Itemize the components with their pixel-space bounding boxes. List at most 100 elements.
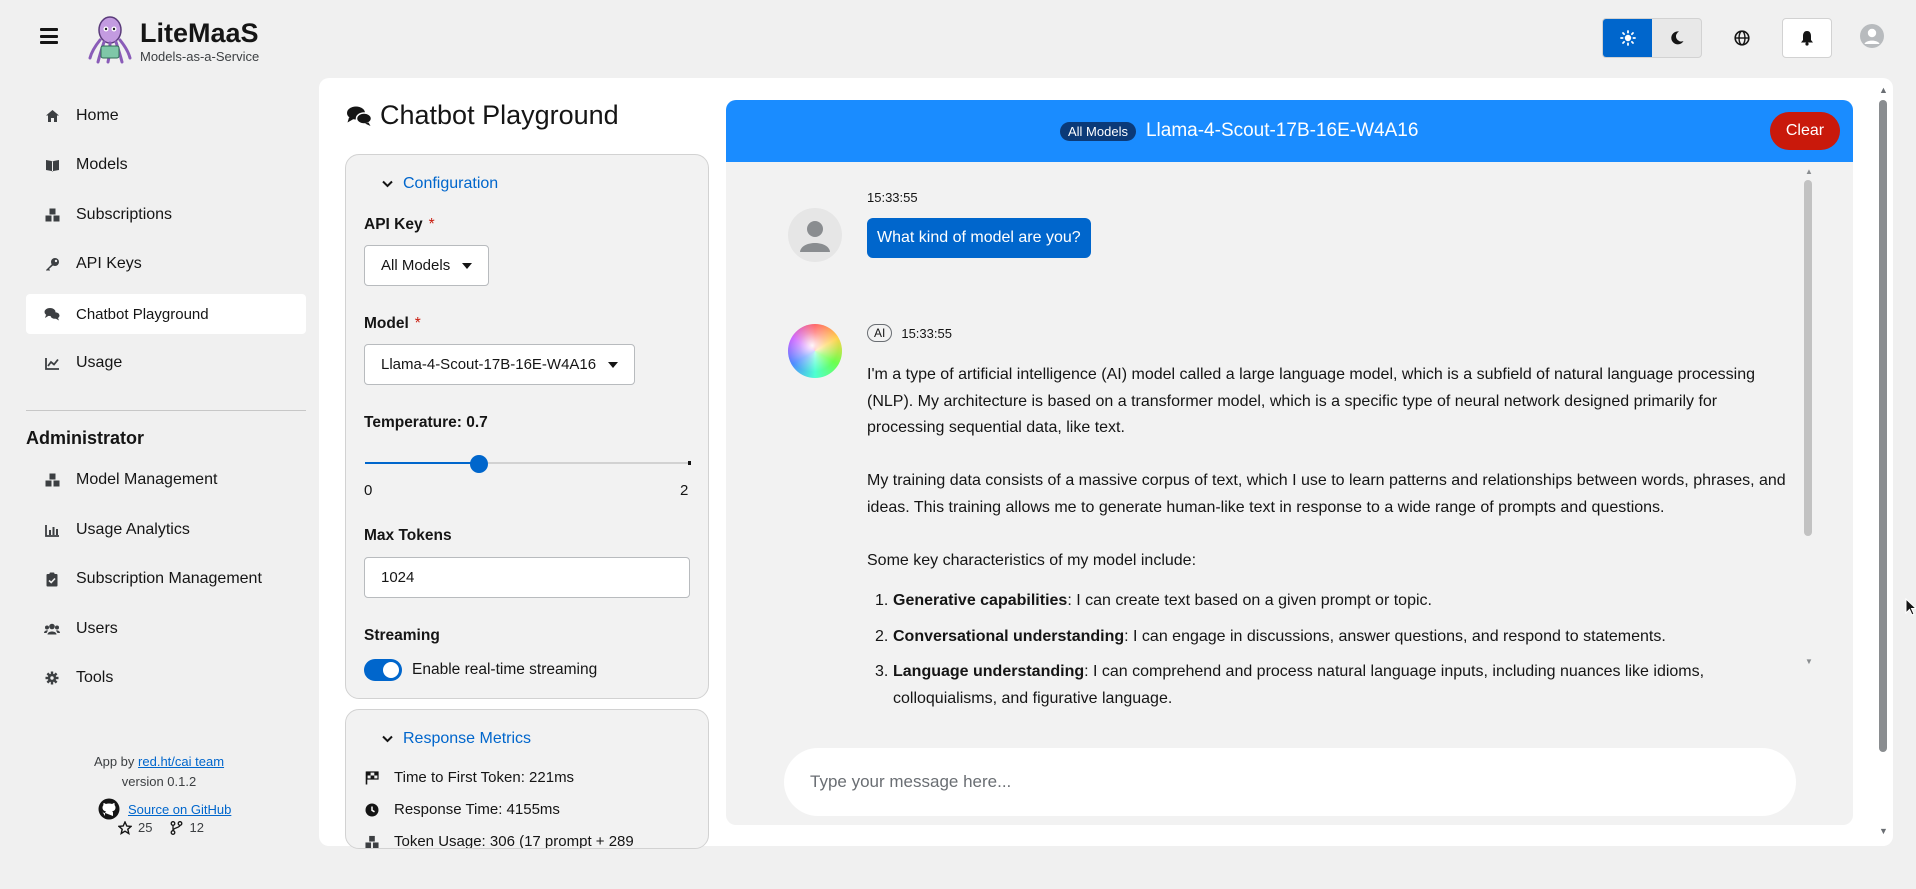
moon-icon (1670, 31, 1683, 45)
metric-row: Time to First Token: 221ms (364, 769, 574, 786)
sidebar-item-home[interactable]: Home (26, 96, 306, 136)
sidebar-item-label: Model Management (76, 471, 218, 488)
sidebar-item-subscriptions[interactable]: Subscriptions (26, 195, 306, 235)
sidebar-item-usage-analytics[interactable]: Usage Analytics (26, 510, 306, 550)
page-scroll-up-icon[interactable]: ▲ (1879, 85, 1888, 95)
ai-message-header: AI 15:33:55 (867, 324, 952, 342)
list-item-text: : I can create text based on a given pro… (1067, 592, 1432, 609)
bell-icon (1801, 31, 1813, 46)
model-label: Model * (364, 315, 421, 333)
light-theme-button[interactable] (1603, 19, 1652, 57)
api-key-label: API Key * (364, 216, 435, 234)
max-tokens-input[interactable] (364, 557, 690, 598)
sidebar-item-chatbot-playground[interactable]: Chatbot Playground (26, 294, 306, 334)
user-menu-button[interactable] (1856, 20, 1888, 52)
page-scrollbar[interactable] (1879, 100, 1887, 752)
list-number: 2. (875, 627, 889, 645)
page-scroll-down-icon[interactable]: ▼ (1879, 826, 1888, 836)
chevron-down-icon (382, 735, 393, 743)
theme-toggle (1602, 18, 1702, 58)
user-message-bubble: What kind of model are you? (867, 218, 1091, 258)
sidebar-item-label: Subscriptions (76, 206, 173, 223)
sidebar-item-tools[interactable]: Tools (26, 658, 306, 698)
list-number: 1. (875, 592, 889, 609)
comments-icon (44, 306, 60, 322)
configuration-toggle[interactable]: Configuration (382, 175, 498, 193)
sidebar-item-label: Models (76, 156, 128, 173)
temperature-slider[interactable] (365, 455, 691, 473)
comments-icon (347, 106, 372, 126)
sidebar-item-usage[interactable]: Usage (26, 343, 306, 383)
user-icon (800, 221, 830, 252)
fork-icon (171, 820, 183, 835)
api-key-select-value: All Models (381, 257, 451, 274)
required-marker: * (414, 315, 421, 332)
user-avatar-icon (1860, 24, 1884, 48)
brand-name: LiteMaaS (140, 18, 259, 48)
flag-checkered-icon (364, 770, 380, 785)
scroll-up-icon[interactable]: ▲ (1805, 167, 1813, 176)
clear-button[interactable]: Clear (1770, 112, 1840, 150)
metric-row: Token Usage: 306 (17 prompt + 289 (364, 833, 634, 849)
scroll-down-icon[interactable]: ▼ (1805, 657, 1813, 666)
slider-min-label: 0 (364, 482, 373, 499)
sidebar-item-label: Tools (76, 669, 114, 686)
max-tokens-label: Max Tokens (364, 527, 452, 544)
streaming-toggle[interactable] (364, 659, 402, 681)
list-item: 3. Language understanding: I can comprehe… (867, 659, 1787, 712)
sidebar-item-label: Home (76, 107, 119, 124)
sidebar-item-subscription-management[interactable]: Subscription Management (26, 559, 306, 599)
sidebar-item-label: Usage Analytics (76, 521, 190, 538)
response-metrics-toggle[interactable]: Response Metrics (382, 730, 531, 748)
toggle-knob (383, 662, 399, 678)
message-list[interactable]: 15:33:55 What kind of model are you? AI … (726, 162, 1853, 742)
user-message-timestamp: 15:33:55 (867, 190, 918, 205)
octopus-logo-icon (88, 16, 132, 64)
language-button[interactable] (1724, 18, 1760, 58)
message-input[interactable]: Type your message here... (784, 748, 1796, 816)
users-icon (44, 621, 60, 637)
metric-text: Time to First Token: 221ms (394, 769, 575, 786)
dark-theme-button[interactable] (1652, 19, 1701, 57)
api-key-label-text: API Key (364, 216, 423, 233)
chat-panel: All Models Llama-4-Scout-17B-16E-W4A16 C… (726, 100, 1853, 825)
sidebar-item-users[interactable]: Users (26, 609, 306, 649)
notifications-button[interactable] (1782, 18, 1832, 58)
chat-model-name: Llama-4-Scout-17B-16E-W4A16 (1145, 120, 1419, 141)
chart-line-icon (44, 355, 60, 371)
ai-avatar (788, 324, 842, 378)
cubes-icon (44, 207, 60, 223)
configuration-title: Configuration (403, 175, 499, 192)
metric-text: Response Time: 4155ms (394, 801, 560, 818)
metric-text: Token Usage: 306 (17 prompt + 289 (394, 833, 634, 849)
star-count: 25 (138, 820, 153, 835)
chart-bar-icon (44, 522, 60, 538)
slider-fill (365, 462, 480, 464)
book-icon (44, 157, 60, 173)
list-item-title: Conversational understanding (893, 627, 1125, 645)
app-by-text: App by (93, 754, 135, 769)
slider-thumb[interactable] (470, 455, 489, 473)
hamburger-menu-icon[interactable] (40, 28, 58, 44)
sidebar-item-label: Chatbot Playground (76, 305, 209, 323)
required-marker: * (428, 216, 435, 233)
cubes-icon (364, 835, 380, 849)
sidebar-item-api-keys[interactable]: API Keys (26, 244, 306, 284)
github-icon (98, 798, 120, 820)
github-row: Source on GitHub (98, 798, 231, 820)
team-link[interactable]: red.ht/cai team (138, 754, 224, 769)
sidebar-item-models[interactable]: Models (26, 145, 306, 185)
list-item-title: Generative capabilities (893, 592, 1068, 609)
github-source-link[interactable]: Source on GitHub (128, 802, 231, 817)
model-select[interactable]: Llama-4-Scout-17B-16E-W4A16 (364, 344, 636, 385)
admin-section-title: Administrator (26, 428, 145, 448)
streaming-row: Enable real-time streaming (364, 659, 597, 681)
sidebar-item-label: Users (76, 620, 118, 637)
user-avatar (788, 208, 842, 262)
page-title: Chatbot Playground (346, 100, 619, 131)
api-key-select[interactable]: All Models (364, 245, 490, 286)
chat-scrollbar[interactable] (1804, 180, 1812, 536)
sidebar-item-model-management[interactable]: Model Management (26, 460, 306, 500)
list-item: 2. Conversational understanding: I can en… (867, 624, 1787, 651)
response-metrics-title: Response Metrics (403, 730, 532, 747)
